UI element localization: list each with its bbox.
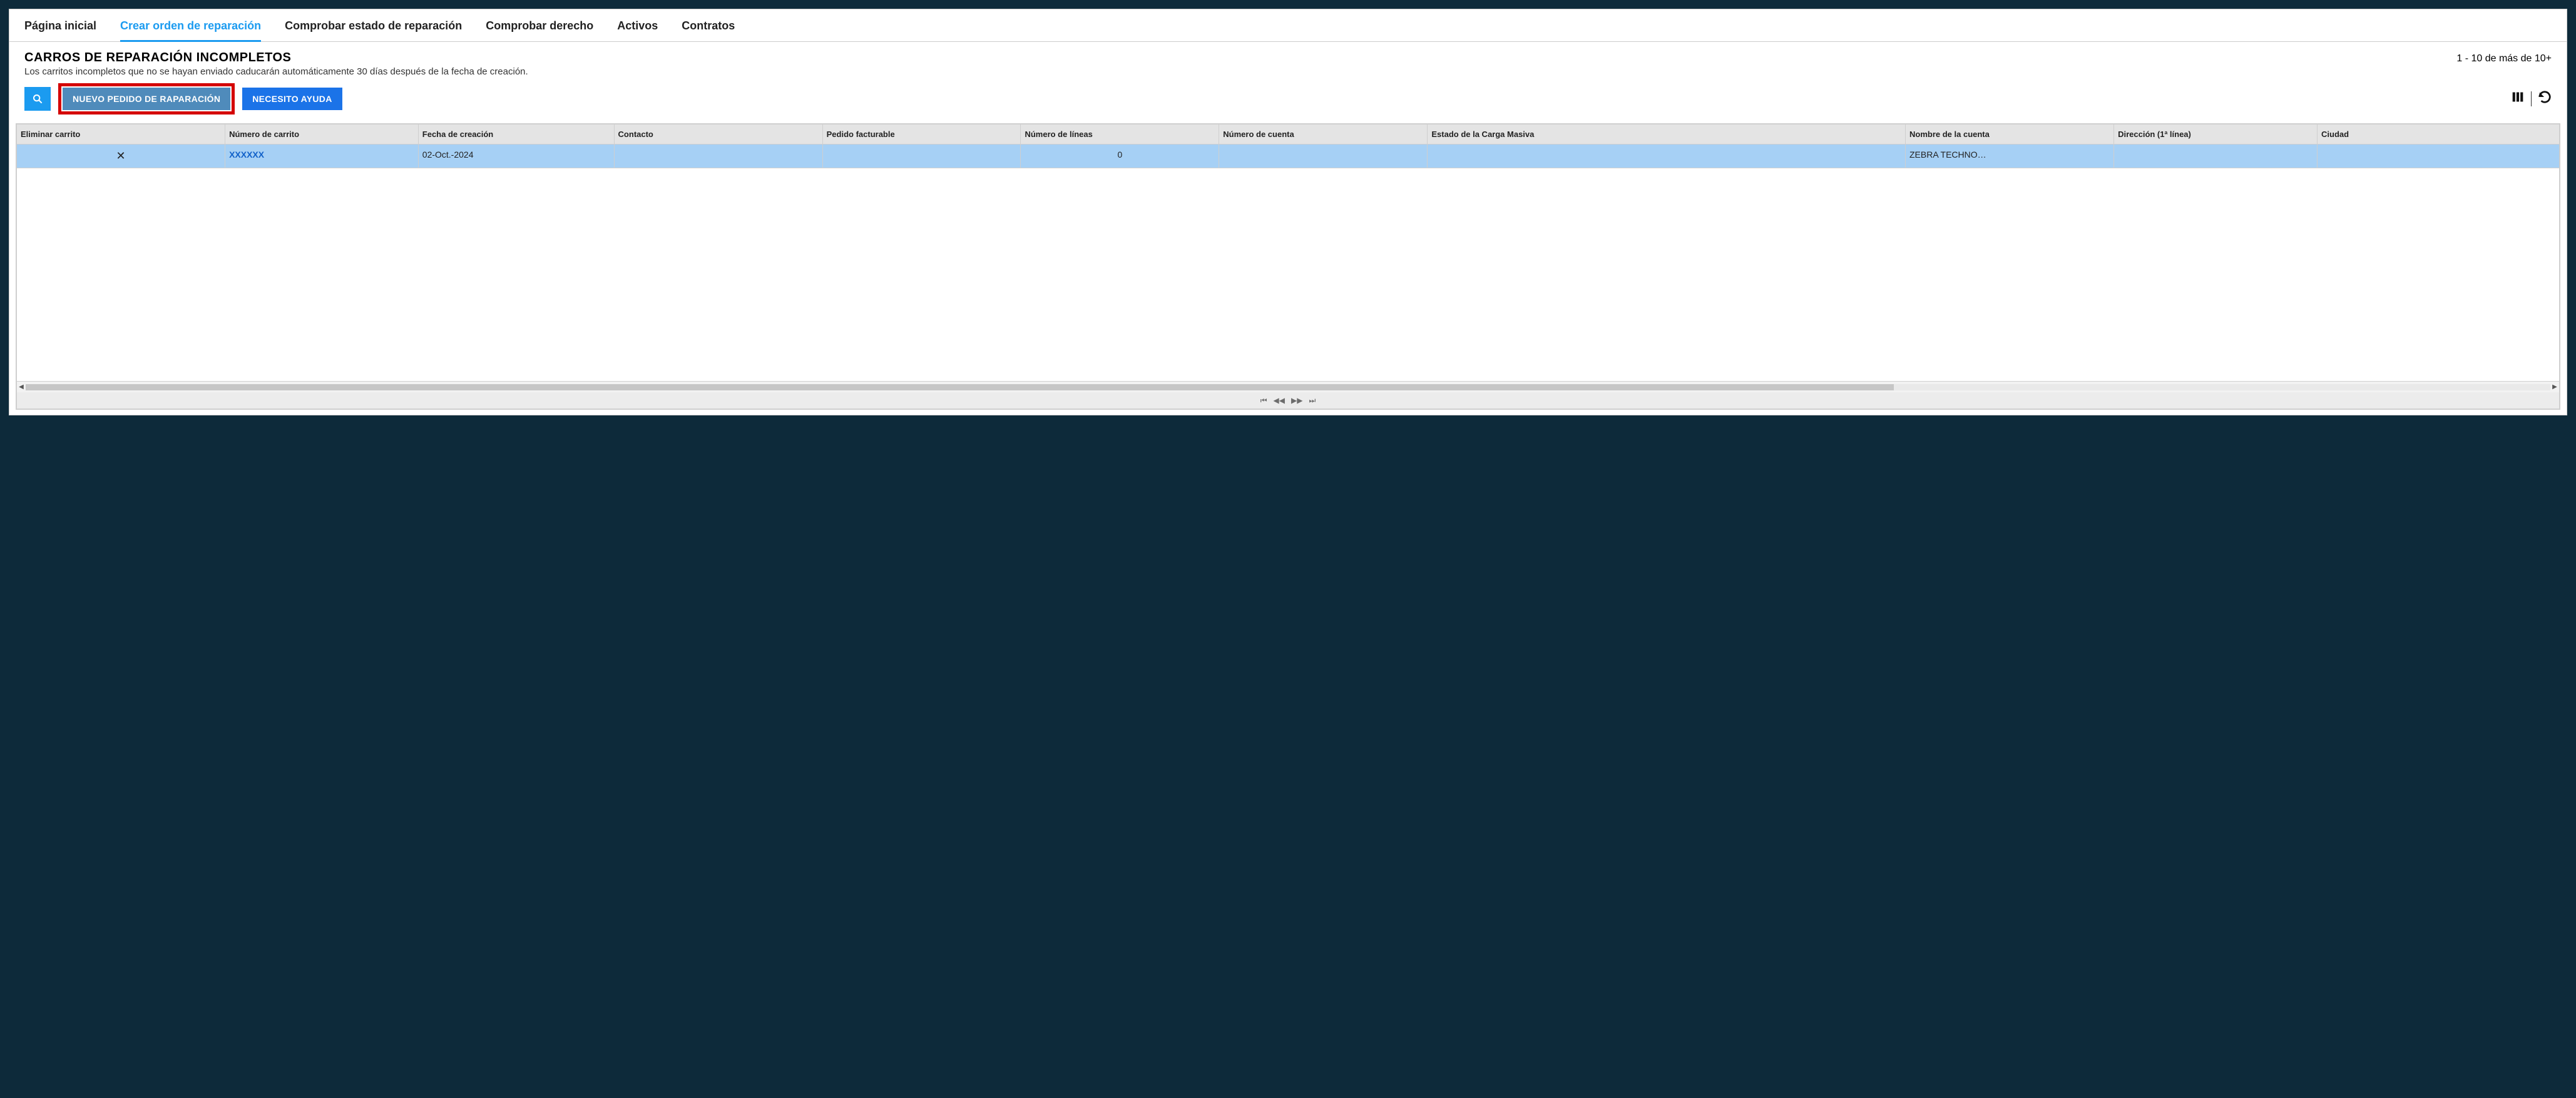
- col-account-no[interactable]: Número de cuenta: [1219, 125, 1428, 144]
- section-subtitle: Los carritos incompletos que no se hayan…: [9, 65, 2567, 83]
- tab-contracts[interactable]: Contratos: [682, 16, 735, 41]
- col-created-date[interactable]: Fecha de creación: [419, 125, 615, 144]
- cell-account-name: ZEBRA TECHNO…: [1906, 145, 2114, 168]
- col-city[interactable]: Ciudad: [2318, 125, 2483, 144]
- cell-city: [2318, 145, 2483, 168]
- tab-assets[interactable]: Activos: [617, 16, 658, 41]
- cell-billable: [823, 145, 1021, 168]
- highlight-frame: NUEVO PEDIDO DE RAPARACIÓN: [58, 83, 235, 114]
- pager-last-icon[interactable]: ⏭: [1309, 396, 1316, 405]
- new-repair-order-button[interactable]: NUEVO PEDIDO DE RAPARACIÓN: [63, 88, 230, 110]
- pager: ⏮ ◀◀ ▶▶ ⏭: [17, 392, 2559, 409]
- cart-number-link[interactable]: XXXXXX: [225, 145, 419, 168]
- scroll-track[interactable]: [26, 384, 2550, 390]
- col-account-name[interactable]: Nombre de la cuenta: [1906, 125, 2114, 144]
- cell-created-date: 02-Oct.-2024: [419, 145, 615, 168]
- need-help-button[interactable]: NECESITO AYUDA: [242, 88, 342, 110]
- table-row[interactable]: ✕ XXXXXX 02-Oct.-2024 0 ZEBRA TECHNO…: [17, 145, 2559, 168]
- scroll-thumb[interactable]: [26, 384, 1894, 390]
- record-range: 1 - 10 de más de 10+: [2456, 53, 2552, 64]
- top-tabs: Página inicial Crear orden de reparación…: [9, 9, 2567, 42]
- horizontal-scrollbar[interactable]: ◀ ▶: [17, 381, 2559, 392]
- pager-next-icon[interactable]: ▶▶: [1291, 396, 1302, 405]
- refresh-svg-icon: [2538, 90, 2552, 104]
- cell-address: [2114, 145, 2318, 168]
- search-icon: [33, 94, 43, 104]
- search-button[interactable]: [24, 87, 51, 111]
- refresh-icon[interactable]: [2538, 90, 2552, 108]
- scroll-right-icon[interactable]: ▶: [2550, 383, 2559, 392]
- section-title: CARROS DE REPARACIÓN INCOMPLETOS: [24, 51, 291, 65]
- col-lines[interactable]: Número de líneas: [1021, 125, 1219, 144]
- pager-prev-icon[interactable]: ◀◀: [1274, 396, 1285, 405]
- tab-home[interactable]: Página inicial: [24, 16, 96, 41]
- tab-check-entitlement[interactable]: Comprobar derecho: [486, 16, 593, 41]
- col-billable[interactable]: Pedido facturable: [823, 125, 1021, 144]
- col-cart-number[interactable]: Número de carrito: [225, 125, 419, 144]
- cell-bulk-status: [1428, 145, 1906, 168]
- icon-separator: [2531, 91, 2532, 106]
- scroll-left-icon[interactable]: ◀: [17, 383, 26, 392]
- col-address[interactable]: Dirección (1ª línea): [2114, 125, 2318, 144]
- cell-contact: [615, 145, 823, 168]
- col-contact[interactable]: Contacto: [615, 125, 823, 144]
- cell-lines: 0: [1021, 145, 1219, 168]
- grid-header-row: Eliminar carrito Número de carrito Fecha…: [17, 125, 2559, 145]
- toolbar: NUEVO PEDIDO DE RAPARACIÓN NECESITO AYUD…: [9, 83, 2567, 123]
- app-window: Página inicial Crear orden de reparación…: [9, 9, 2567, 415]
- col-delete-cart[interactable]: Eliminar carrito: [17, 125, 225, 144]
- tab-create-repair-order[interactable]: Crear orden de reparación: [120, 16, 261, 42]
- columns-svg-icon: [2511, 91, 2525, 103]
- columns-icon[interactable]: [2511, 91, 2525, 107]
- col-bulk-status[interactable]: Estado de la Carga Masiva: [1428, 125, 1906, 144]
- pager-first-icon[interactable]: ⏮: [1260, 396, 1267, 405]
- grid-empty-space: [17, 168, 2559, 381]
- incomplete-carts-grid: Eliminar carrito Número de carrito Fecha…: [16, 123, 2560, 410]
- tab-check-repair-status[interactable]: Comprobar estado de reparación: [285, 16, 462, 41]
- delete-cart-icon[interactable]: ✕: [17, 145, 225, 168]
- cell-account-no: [1219, 145, 1428, 168]
